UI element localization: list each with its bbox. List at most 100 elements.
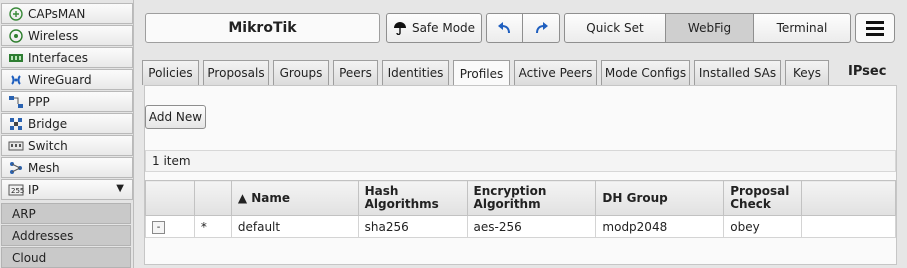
tab-label: Proposals xyxy=(207,66,265,80)
tab-identities[interactable]: Identities xyxy=(382,60,449,85)
mode-label: Quick Set xyxy=(586,21,644,35)
chevron-down-icon: ▼ xyxy=(116,183,124,194)
row-empty xyxy=(801,215,896,238)
row-encryption: aes-256 xyxy=(466,215,597,238)
sidebar-subitem-label: Addresses xyxy=(12,228,74,243)
row-hash: sha256 xyxy=(357,215,468,238)
sidebar-item-mesh[interactable]: Mesh xyxy=(1,157,133,178)
content-panel xyxy=(144,85,897,265)
profiles-table: ▲ Name Hash Algorithms Encryption Algorith… xyxy=(145,180,896,238)
col-hash-header[interactable]: Hash Algorithms xyxy=(357,180,468,216)
sidebar-subitem-label: ARP xyxy=(12,206,36,221)
menu-bar xyxy=(866,26,884,30)
tab-label: Mode Configs xyxy=(604,66,687,80)
wireless-icon xyxy=(8,28,24,43)
sidebar-item-wireless[interactable]: Wireless xyxy=(1,25,133,46)
col-dh-header[interactable]: DH Group xyxy=(595,180,725,216)
table-header-row: ▲ Name Hash Algorithms Encryption Algorith… xyxy=(145,180,896,216)
tab-mode-configs[interactable]: Mode Configs xyxy=(601,60,690,85)
sidebar-item-label: Bridge xyxy=(28,116,68,131)
sidebar-item-label: WireGuard xyxy=(28,72,92,87)
table-row[interactable]: - * default sha256 aes-256 modp2048 obey xyxy=(145,215,896,238)
col-hash-label-1: Hash xyxy=(364,184,399,198)
col-remove-header xyxy=(145,180,195,216)
row-remove-cell: - xyxy=(145,215,195,238)
sidebar-item-label: CAPsMAN xyxy=(28,6,86,21)
sidebar-item-label: Interfaces xyxy=(28,50,88,65)
undo-icon xyxy=(497,21,513,35)
row-flag: * xyxy=(193,215,232,238)
wireguard-icon xyxy=(8,73,24,87)
col-hash-label-2: Algorithms xyxy=(364,197,439,211)
tab-policies[interactable]: Policies xyxy=(142,60,199,85)
tab-label: Active Peers xyxy=(518,66,593,80)
brand-title: MikroTik xyxy=(145,13,380,43)
tab-label: Installed SAs xyxy=(698,66,777,80)
umbrella-icon xyxy=(393,21,407,35)
tab-label: Policies xyxy=(148,66,193,80)
redo-button[interactable] xyxy=(523,13,560,43)
sidebar-item-label: PPP xyxy=(28,94,50,109)
sidebar-item-bridge[interactable]: Bridge xyxy=(1,113,133,134)
switch-icon xyxy=(8,139,24,153)
tab-groups[interactable]: Groups xyxy=(273,60,329,85)
safe-mode-label: Safe Mode xyxy=(411,21,476,35)
row-dh-group: modp2048 xyxy=(595,215,725,238)
sidebar-item-label: Switch xyxy=(28,138,68,153)
mode-quick-set[interactable]: Quick Set xyxy=(564,13,666,43)
col-name-label: ▲ Name xyxy=(237,190,291,205)
tab-profiles[interactable]: Profiles xyxy=(453,60,510,86)
undo-button[interactable] xyxy=(486,13,523,43)
col-prop-label-1: Proposal xyxy=(730,184,790,198)
bridge-icon xyxy=(8,117,24,131)
tab-label: Keys xyxy=(792,66,821,80)
sidebar-subitem-label: Cloud xyxy=(12,250,47,265)
col-enc-label-1: Encryption xyxy=(473,184,547,198)
sidebar-item-ip[interactable]: 255 IP ▼ xyxy=(1,179,133,200)
tab-proposals[interactable]: Proposals xyxy=(203,60,269,85)
col-empty-header xyxy=(801,180,896,216)
mode-webfig[interactable]: WebFig xyxy=(666,13,754,43)
col-enc-label-2: Algorithm xyxy=(473,197,541,211)
tab-keys[interactable]: Keys xyxy=(785,60,829,85)
sidebar-subitem-addresses[interactable]: Addresses xyxy=(1,225,131,246)
mode-terminal[interactable]: Terminal xyxy=(754,13,851,43)
add-new-button[interactable]: Add New xyxy=(145,105,206,129)
redo-icon xyxy=(533,21,549,35)
hamburger-menu-button[interactable] xyxy=(855,13,895,43)
tab-label: Identities xyxy=(387,66,444,80)
sidebar: CAPsMAN Wireless Interfaces WireGuard PP… xyxy=(0,0,134,268)
item-count-bar: 1 item xyxy=(145,150,896,172)
safe-mode-button[interactable]: Safe Mode xyxy=(386,13,482,43)
tab-installed-sas[interactable]: Installed SAs xyxy=(694,60,781,85)
sidebar-item-switch[interactable]: Switch xyxy=(1,135,133,156)
sidebar-item-ppp[interactable]: PPP xyxy=(1,91,133,112)
tab-label: Groups xyxy=(279,66,323,80)
col-encryption-header[interactable]: Encryption Algorithm xyxy=(466,180,597,216)
tab-label: Profiles xyxy=(459,66,504,81)
sidebar-item-capsman[interactable]: CAPsMAN xyxy=(1,3,133,24)
svg-text:255: 255 xyxy=(11,187,24,195)
col-name-header[interactable]: ▲ Name xyxy=(230,180,359,216)
ppp-icon xyxy=(8,95,24,109)
col-flag-header xyxy=(193,180,232,216)
sidebar-item-label: Wireless xyxy=(28,28,79,43)
sidebar-subitem-cloud[interactable]: Cloud xyxy=(1,247,131,268)
col-prop-label-2: Check xyxy=(730,197,771,211)
tab-peers[interactable]: Peers xyxy=(333,60,378,85)
mode-label: Terminal xyxy=(776,21,828,35)
row-name[interactable]: default xyxy=(230,215,359,238)
section-title: IPsec xyxy=(848,64,887,79)
sidebar-item-wireguard[interactable]: WireGuard xyxy=(1,69,133,90)
sidebar-subitem-arp[interactable]: ARP xyxy=(1,203,131,224)
col-dh-label: DH Group xyxy=(602,190,668,205)
capsman-icon xyxy=(8,6,24,21)
col-proposal-header[interactable]: Proposal Check xyxy=(723,180,803,216)
mode-label: WebFig xyxy=(687,21,732,35)
tab-active-peers[interactable]: Active Peers xyxy=(514,60,597,85)
remove-row-button[interactable]: - xyxy=(152,221,165,235)
ip-icon: 255 xyxy=(8,183,24,197)
mesh-icon xyxy=(8,161,24,175)
sidebar-item-interfaces[interactable]: Interfaces xyxy=(1,47,133,68)
menu-bar xyxy=(866,20,884,24)
